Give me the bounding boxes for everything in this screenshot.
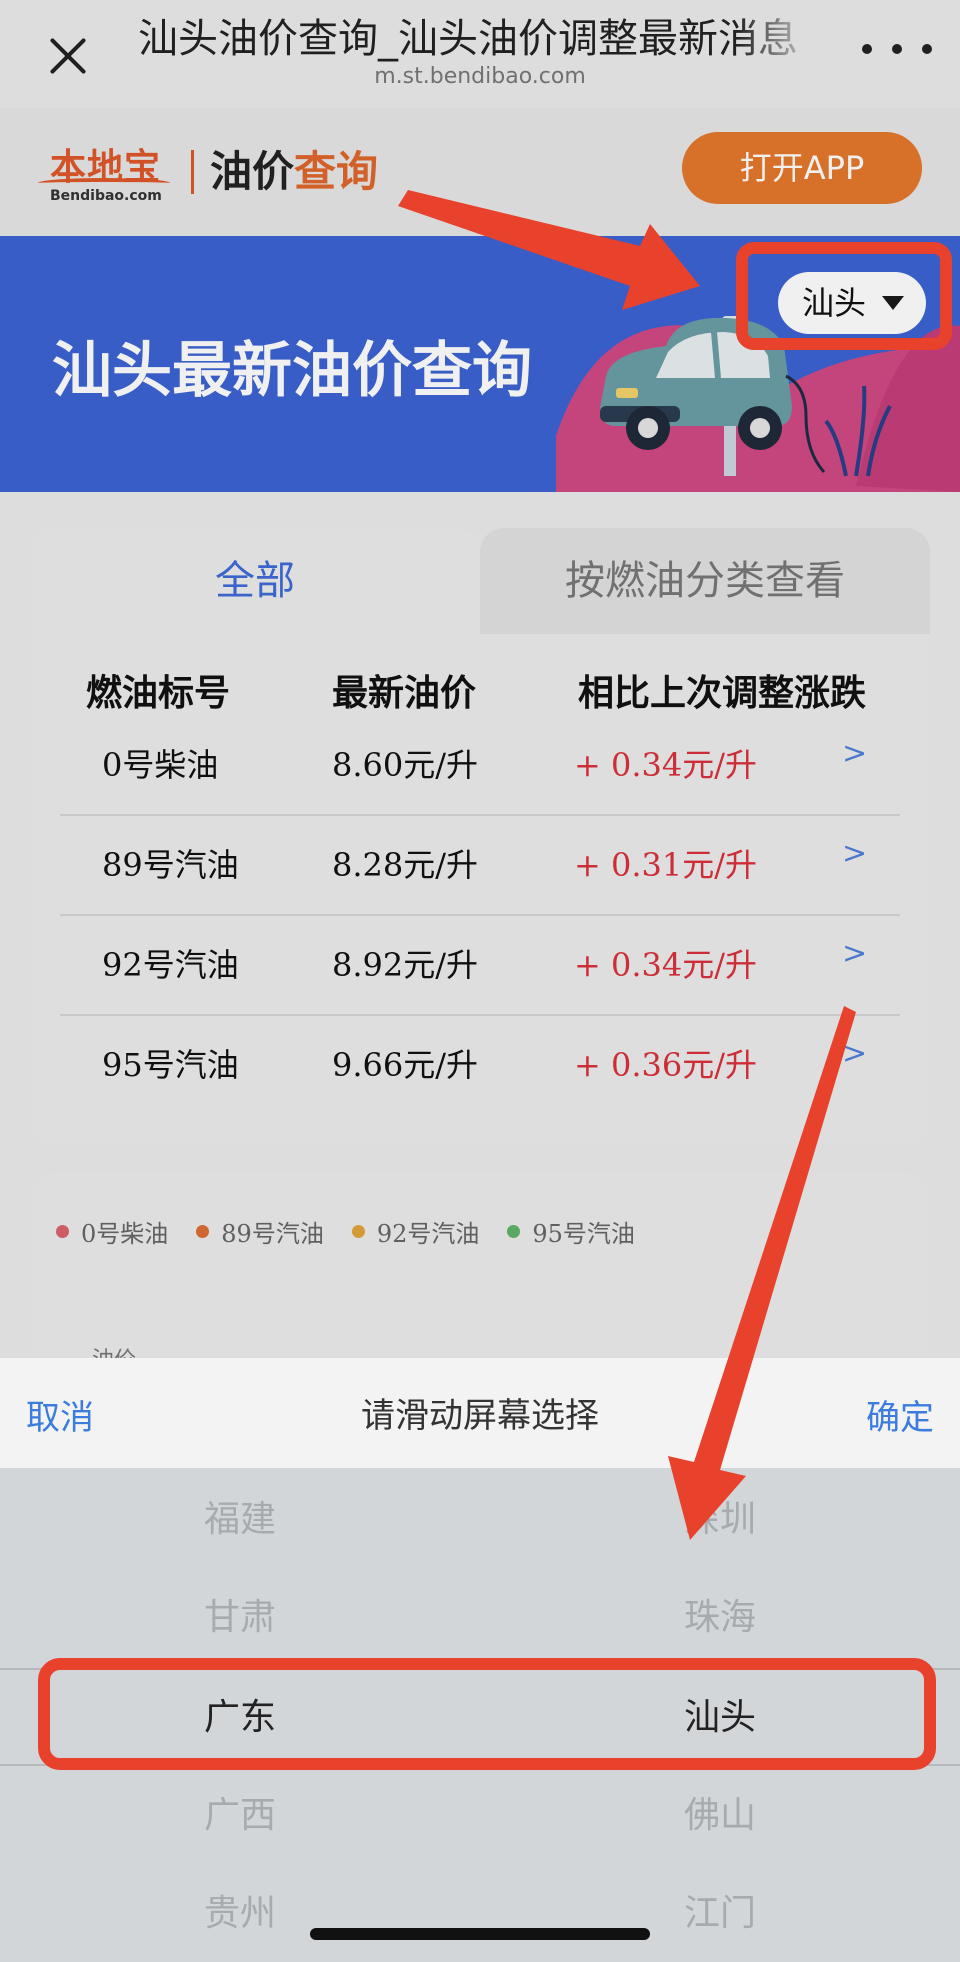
- home-indicator: [310, 1928, 650, 1940]
- province-option[interactable]: 甘肃: [50, 1588, 430, 1640]
- province-option-selected[interactable]: 广东: [50, 1688, 430, 1740]
- province-option[interactable]: 福建: [50, 1490, 430, 1542]
- picker-toolbar: 取消 请滑动屏幕选择 确定: [0, 1358, 960, 1468]
- city-option[interactable]: 深圳: [530, 1490, 910, 1542]
- picker-prompt: 请滑动屏幕选择: [361, 1396, 599, 1436]
- city-option[interactable]: 佛山: [530, 1786, 910, 1838]
- province-option[interactable]: 广西: [50, 1786, 430, 1838]
- city-option[interactable]: 珠海: [530, 1588, 910, 1640]
- city-picker-sheet: 取消 请滑动屏幕选择 确定 福建 甘肃 广东 广西 贵州 深圳 珠海 汕头 佛山…: [0, 1358, 960, 1962]
- selection-line-bottom: [0, 1764, 960, 1766]
- selection-line-top: [0, 1668, 960, 1670]
- confirm-button[interactable]: 确定: [866, 1390, 934, 1439]
- city-option-selected[interactable]: 汕头: [530, 1688, 910, 1740]
